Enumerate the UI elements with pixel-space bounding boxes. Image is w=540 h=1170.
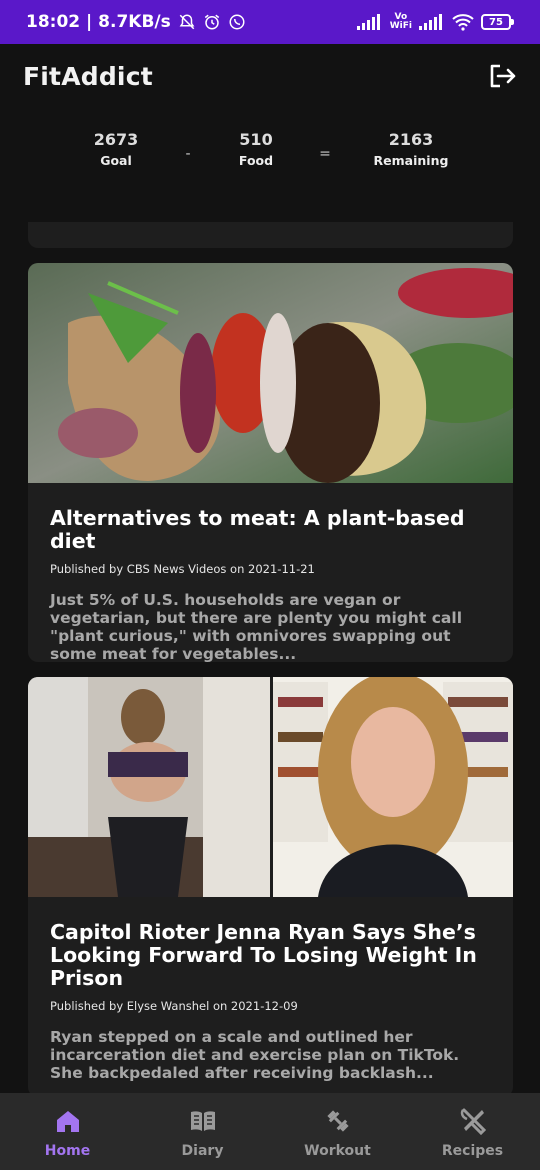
- nav-label: Workout: [304, 1143, 371, 1159]
- goal-label: Goal: [100, 153, 132, 168]
- article-title: Alternatives to meat: A plant-based diet: [50, 506, 465, 553]
- minus-sign: -: [185, 146, 191, 162]
- article-title: Capitol Rioter Jenna Ryan Says She’s Loo…: [50, 920, 477, 990]
- status-time-speed: 18:02 | 8.7KB/s: [26, 12, 171, 32]
- previous-article-card[interactable]: [28, 222, 513, 248]
- nav-label: Home: [44, 1143, 91, 1159]
- goal-value: 2673: [93, 130, 139, 149]
- food-label: Food: [238, 153, 274, 168]
- signal-icon-2: [419, 14, 442, 30]
- article-card[interactable]: Alternatives to meat: A plant-based diet…: [28, 263, 513, 662]
- logout-icon[interactable]: [486, 60, 518, 92]
- food-value: 510: [239, 130, 273, 149]
- article-image-split-photo: [28, 677, 513, 897]
- calorie-summary: 2673 Goal - 510 Food = 2163 Remaining: [0, 130, 540, 180]
- book-icon: [190, 1111, 215, 1131]
- article-meta: Published by Elyse Wanshel on 2021-12-09: [50, 999, 298, 1013]
- dumbbell-icon: [326, 1110, 349, 1132]
- status-right: Vo WiFi 75: [356, 12, 514, 31]
- alarm-icon: [204, 14, 219, 30]
- utensils-icon: [460, 1108, 486, 1135]
- nav-label: Recipes: [441, 1143, 504, 1159]
- status-left: 18:02 | 8.7KB/s: [26, 12, 246, 32]
- app-bar: FitAddict: [0, 44, 540, 108]
- bottom-navigation: Home Diary Workout Recipes: [0, 1093, 540, 1170]
- article-card[interactable]: Capitol Rioter Jenna Ryan Says She’s Loo…: [28, 677, 513, 1093]
- equals-sign: =: [319, 146, 331, 162]
- article-image-veggie-burger: [28, 263, 513, 483]
- nav-diary[interactable]: Diary: [135, 1093, 270, 1170]
- food-block: 510 Food: [239, 130, 273, 168]
- signal-icon: [356, 14, 380, 30]
- battery-level: 75: [481, 14, 511, 30]
- home-icon: [56, 1111, 79, 1132]
- whatsapp-icon: [229, 14, 245, 30]
- remaining-value: 2163: [388, 130, 434, 149]
- article-description: Ryan stepped on a scale and outlined her…: [50, 1028, 460, 1082]
- article-meta: Published by CBS News Videos on 2021-11-…: [50, 562, 315, 576]
- battery-icon: 75: [481, 14, 514, 30]
- status-bar: 18:02 | 8.7KB/s Vo WiFi 75: [0, 0, 540, 44]
- nav-home[interactable]: Home: [0, 1093, 135, 1170]
- bell-muted-icon: [179, 14, 195, 30]
- vowifi-label: Vo WiFi: [389, 12, 412, 31]
- remaining-block: 2163 Remaining: [374, 130, 449, 168]
- nav-workout[interactable]: Workout: [270, 1093, 405, 1170]
- app-title: FitAddict: [23, 61, 153, 91]
- nav-label: Diary: [181, 1143, 224, 1159]
- article-description: Just 5% of U.S. households are vegan or …: [50, 591, 463, 662]
- article-feed[interactable]: Alternatives to meat: A plant-based diet…: [0, 222, 540, 1093]
- wifi-icon: [452, 14, 474, 31]
- remaining-label: Remaining: [373, 153, 449, 168]
- goal-block: 2673 Goal: [94, 130, 139, 168]
- nav-recipes[interactable]: Recipes: [405, 1093, 540, 1170]
